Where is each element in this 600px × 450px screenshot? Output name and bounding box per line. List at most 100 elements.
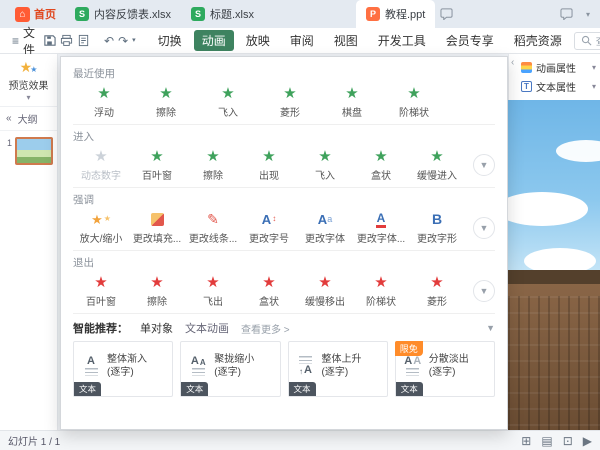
anim-item[interactable]: 缓慢进入 <box>409 147 465 182</box>
anim-item[interactable]: 更改字体 <box>297 210 353 245</box>
anim-item[interactable]: 盒状 <box>353 147 409 182</box>
normal-view-icon[interactable]: ▤ <box>541 435 552 447</box>
font-color-icon <box>376 210 387 228</box>
anim-item[interactable]: 放大/缩小 <box>73 210 129 245</box>
expand-exit-button[interactable]: ▼ <box>473 280 495 302</box>
doc-tab-label: 内容反馈表.xlsx <box>94 6 171 22</box>
smart-card[interactable]: ↑A 整体上升 (逐字) 文本 <box>288 341 388 397</box>
text-anim-icon: AA <box>187 356 209 376</box>
anim-item[interactable]: 更改线条... <box>185 210 241 245</box>
undo-icon[interactable]: ↶ <box>104 33 114 49</box>
zoom-stars-icon <box>91 210 111 228</box>
slide-thumbnail-list: 1 <box>0 131 57 171</box>
exit-star-icon <box>430 273 443 291</box>
free-badge: 限免 <box>395 341 423 356</box>
slide-canvas[interactable] <box>508 100 600 430</box>
anim-item[interactable]: 缓慢移出 <box>297 273 353 308</box>
smart-tab-single-object[interactable]: 单对象 <box>140 320 173 336</box>
smart-card[interactable]: AA 聚拢缩小 (逐字) 文本 <box>180 341 280 397</box>
text-tag-badge: 文本 <box>74 382 101 396</box>
ribbon-tab-devtools[interactable]: 开发工具 <box>370 30 434 51</box>
redo-dropdown-icon[interactable]: ▾ <box>132 33 136 49</box>
ribbon-tab-review[interactable]: 审阅 <box>282 30 322 51</box>
file-menu-label: 文件 <box>23 24 35 58</box>
slide-thumbnail-item[interactable]: 1 <box>3 137 54 165</box>
anim-item[interactable]: 阶梯状 <box>353 273 409 308</box>
feedback-bubble-icon[interactable] <box>558 6 576 22</box>
ribbon-tab-transition[interactable]: 切换 <box>150 30 190 51</box>
outline-label: 大纲 <box>18 111 38 126</box>
preview-effect-button[interactable]: ★★ 预览效果 ▾ <box>0 54 57 107</box>
entrance-star-icon <box>206 147 219 165</box>
text-properties-button[interactable]: T 文本属性 ▾ <box>521 77 596 96</box>
titlebar: ⌂ 首页 S 内容反馈表.xlsx S 标题.xlsx P 教程.ppt ▾ <box>0 0 600 28</box>
doc-tab[interactable]: S 标题.xlsx <box>181 0 264 28</box>
print-preview-icon[interactable] <box>77 33 90 49</box>
file-menu-button[interactable]: ≡ 文件 <box>8 24 39 58</box>
ribbon-tab-slideshow[interactable]: 放映 <box>238 30 278 51</box>
building-shape <box>508 282 600 430</box>
doc-tab-active[interactable]: P 教程.ppt <box>356 0 435 28</box>
anim-item[interactable]: 百叶窗 <box>73 273 129 308</box>
search-icon <box>581 35 592 46</box>
pencil-icon <box>207 210 219 228</box>
search-command-box[interactable]: 查找命令 <box>574 32 600 50</box>
anim-item[interactable]: 棋盘 <box>321 84 383 119</box>
slide-sorter-icon[interactable]: ⊞ <box>521 435 531 447</box>
anim-item-disabled: 动态数字 <box>73 147 129 182</box>
redo-icon[interactable]: ↷ <box>118 33 128 49</box>
search-placeholder: 查找命令 <box>596 33 600 48</box>
ribbon-tab-animation[interactable]: 动画 <box>194 30 234 51</box>
collapse-pane-icon[interactable]: ‹ <box>511 57 514 68</box>
anim-item[interactable]: 浮动 <box>73 84 135 119</box>
anim-item[interactable]: 更改字号 <box>241 210 297 245</box>
anim-item[interactable]: 百叶窗 <box>129 147 185 182</box>
expand-emphasis-button[interactable]: ▼ <box>473 217 495 239</box>
anim-item[interactable]: 更改字体... <box>353 210 409 245</box>
entrance-star-icon <box>345 84 358 102</box>
save-icon[interactable] <box>43 33 56 49</box>
slideshow-icon[interactable]: ▶ <box>583 435 592 447</box>
exit-star-icon <box>150 273 163 291</box>
section-title: 最近使用 <box>73 66 495 81</box>
anim-item[interactable]: 飞入 <box>297 147 353 182</box>
animation-properties-button[interactable]: 动画属性 ▾ <box>521 58 596 77</box>
anim-item[interactable]: 菱形 <box>259 84 321 119</box>
doc-tab-label: 标题.xlsx <box>210 6 254 22</box>
collapse-smart-icon[interactable]: ▼ <box>486 323 495 333</box>
tab-comment-icon[interactable] <box>437 6 455 22</box>
anim-item[interactable]: 擦除 <box>135 84 197 119</box>
text-properties-label: 文本属性 <box>536 79 576 94</box>
see-more-link[interactable]: 查看更多 > <box>241 321 290 336</box>
collapse-panel-icon[interactable]: « <box>6 113 12 124</box>
anim-item[interactable]: 擦除 <box>129 273 185 308</box>
card-title: 整体渐入 <box>107 354 147 365</box>
animation-properties-icon <box>521 62 532 73</box>
ribbon-tab-member[interactable]: 会员专享 <box>438 30 502 51</box>
smart-tab-text-animation[interactable]: 文本动画 <box>185 320 229 336</box>
expand-entrance-button[interactable]: ▼ <box>473 154 495 176</box>
anim-item[interactable]: 更改字形 <box>409 210 465 245</box>
anim-item[interactable]: 飞入 <box>197 84 259 119</box>
text-anim-icon: A <box>80 356 102 376</box>
titlebar-chevron-icon[interactable]: ▾ <box>586 10 590 19</box>
smart-card[interactable]: A 整体渐入 (逐字) 文本 <box>73 341 173 397</box>
anim-item[interactable]: 擦除 <box>185 147 241 182</box>
section-title: 强调 <box>73 192 495 207</box>
anim-item[interactable]: 盒状 <box>241 273 297 308</box>
anim-item[interactable]: 菱形 <box>409 273 465 308</box>
slide-thumbnail-image[interactable] <box>15 137 53 165</box>
reading-view-icon[interactable]: ⊡ <box>563 435 573 447</box>
anim-item[interactable]: 飞出 <box>185 273 241 308</box>
exit-star-icon <box>206 273 219 291</box>
smart-card[interactable]: 限免 AA 分散淡出 (逐字) 文本 <box>395 341 495 397</box>
ribbon-tab-docer[interactable]: 稻壳资源 <box>506 30 570 51</box>
anim-item[interactable]: 出现 <box>241 147 297 182</box>
chevron-down-icon: ▼ <box>480 286 489 296</box>
anim-item[interactable]: 阶梯状 <box>383 84 445 119</box>
print-icon[interactable] <box>60 33 73 49</box>
home-label: 首页 <box>34 6 56 22</box>
ribbon-tab-view[interactable]: 视图 <box>326 30 366 51</box>
doc-tab[interactable]: S 内容反馈表.xlsx <box>65 0 181 28</box>
anim-item[interactable]: 更改填充... <box>129 210 185 245</box>
